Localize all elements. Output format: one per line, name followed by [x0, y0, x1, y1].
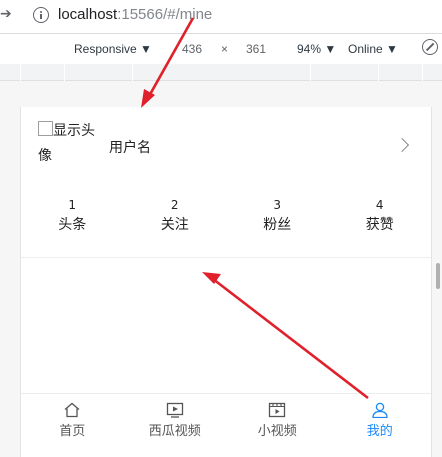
username: 用户名 [109, 140, 151, 156]
tab-label: 我的 [366, 424, 393, 439]
broken-image-icon [38, 121, 53, 136]
film-icon [269, 402, 286, 418]
width-input[interactable]: 436 [182, 42, 202, 56]
user-icon [372, 402, 388, 418]
tab-home[interactable]: 首页 [21, 394, 124, 443]
tab-label: 首页 [59, 424, 86, 439]
stat-value: 2 [170, 198, 179, 212]
bottom-tabbar: 首页 西瓜视频 小视频 我的 [21, 393, 431, 443]
device-select[interactable]: Responsive ▼ [74, 42, 152, 56]
ruler-tick [422, 64, 423, 81]
section-divider [21, 257, 431, 258]
scrollbar-thumb[interactable] [436, 263, 440, 289]
ruler-tick [378, 64, 379, 81]
home-icon [64, 402, 80, 418]
chevron-right-icon [394, 137, 410, 153]
stat-label: 关注 [160, 217, 189, 233]
ruler-tick [132, 64, 133, 81]
tab-mine[interactable]: 我的 [329, 394, 432, 443]
ruler-tick [310, 64, 311, 81]
stat-toutiao[interactable]: 1 头条 [21, 197, 124, 243]
back-arrow-icon[interactable]: ➔ [0, 6, 12, 22]
tab-label: 西瓜视频 [148, 424, 201, 439]
stat-value: 4 [375, 198, 384, 212]
stat-value: 3 [273, 198, 282, 212]
media-query-ruler [0, 64, 442, 81]
stat-likes[interactable]: 4 获赞 [329, 197, 432, 243]
mobile-viewport: 显示头像 用户名 1 头条 2 关注 3 粉丝 4 获赞 首页 西瓜视频 小视频… [20, 107, 432, 457]
tab-xigua-video[interactable]: 西瓜视频 [124, 394, 227, 443]
browser-address-bar: ➔ localhost:15566/#/mine [0, 0, 442, 34]
avatar[interactable]: 显示头像 [38, 119, 108, 175]
zoom-select[interactable]: 94% ▼ [297, 42, 336, 56]
ruler-tick [20, 64, 21, 81]
profile-row[interactable]: 显示头像 用户名 [21, 107, 431, 185]
stat-followers[interactable]: 3 粉丝 [226, 197, 329, 243]
stat-label: 获赞 [365, 217, 394, 233]
stat-following[interactable]: 2 关注 [124, 197, 227, 243]
ruler-tick [64, 64, 65, 81]
video-play-icon [166, 402, 183, 418]
dimension-separator: × [221, 42, 229, 56]
site-info-icon[interactable] [33, 7, 49, 23]
stat-value: 1 [68, 198, 77, 212]
stats-grid: 1 头条 2 关注 3 粉丝 4 获赞 [21, 197, 431, 243]
device-toolbar: Responsive ▼ 436 × 361 94% ▼ Online ▼ [0, 34, 442, 64]
url-text[interactable]: localhost:15566/#/mine [58, 6, 212, 23]
tab-label: 小视频 [257, 424, 297, 439]
tab-short-video[interactable]: 小视频 [226, 394, 329, 443]
stat-label: 头条 [58, 217, 87, 233]
rotate-icon[interactable] [422, 39, 438, 55]
stat-label: 粉丝 [263, 217, 292, 233]
height-input[interactable]: 361 [246, 42, 266, 56]
network-throttle-select[interactable]: Online ▼ [348, 42, 398, 56]
